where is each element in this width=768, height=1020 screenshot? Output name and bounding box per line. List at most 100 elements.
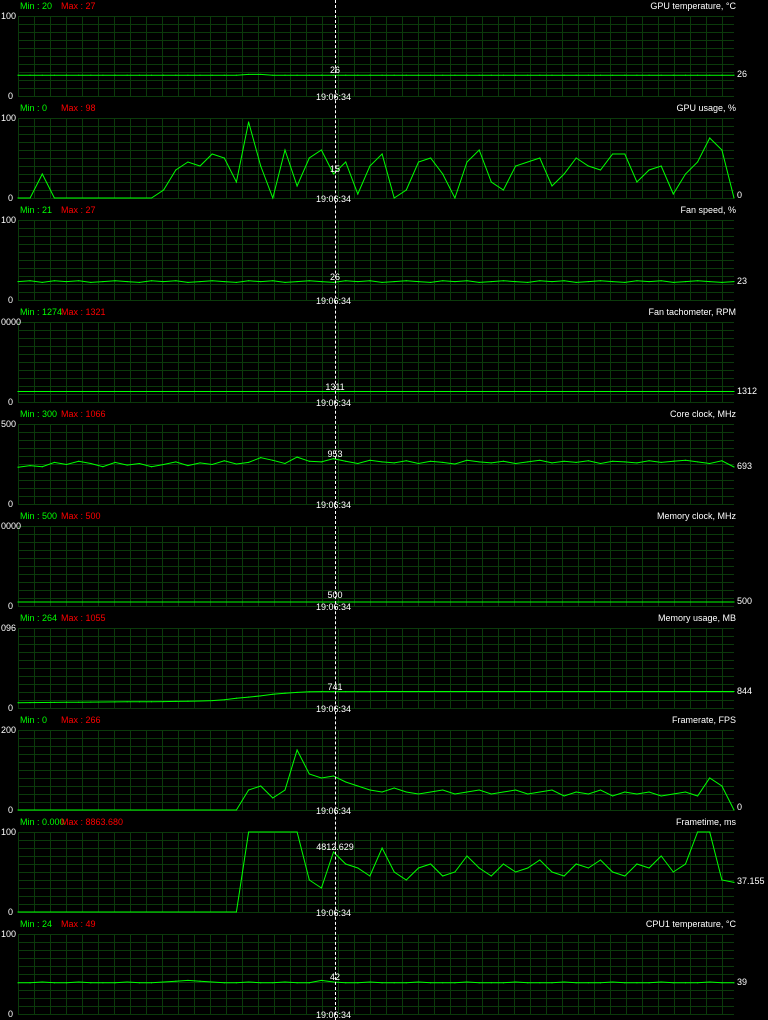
- data-point: [660, 855, 662, 857]
- data-point: [393, 691, 395, 692]
- y-axis-min-label: 0: [8, 193, 14, 203]
- data-point: [721, 460, 723, 462]
- data-point: [187, 601, 189, 603]
- data-point: [381, 982, 383, 984]
- data-point: [405, 280, 407, 282]
- data-point: [284, 149, 286, 151]
- data-point: [430, 157, 432, 159]
- data-point: [345, 982, 347, 984]
- data-point: [405, 74, 407, 76]
- data-point: [102, 601, 104, 603]
- data-point: [612, 391, 614, 392]
- data-point: [175, 601, 177, 603]
- data-point: [17, 911, 19, 913]
- cursor-time-label: 19:06:34: [316, 908, 352, 918]
- data-point: [733, 809, 735, 811]
- data-point: [272, 391, 274, 392]
- graph-panel[interactable]: Min : 300 Max : 1066 Core clock, MHz 500 0 69…: [0, 408, 768, 510]
- max-label: Max : 266: [61, 715, 101, 725]
- data-point: [636, 391, 638, 392]
- data-point: [126, 601, 128, 603]
- data-point: [235, 911, 237, 913]
- data-point: [587, 982, 589, 984]
- data-point: [211, 700, 213, 702]
- cursor-time-label: 19:06:34: [316, 704, 352, 714]
- data-point: [430, 281, 432, 283]
- data-point: [502, 280, 504, 282]
- data-point: [29, 982, 31, 984]
- data-point: [515, 981, 517, 983]
- data-point: [721, 982, 723, 984]
- data-point: [515, 871, 517, 873]
- data-point: [163, 74, 165, 76]
- data-point: [430, 391, 432, 392]
- graph-canvas: [17, 220, 735, 301]
- data-point: [187, 465, 189, 467]
- data-point: [442, 789, 444, 791]
- data-point: [697, 391, 699, 392]
- data-point: [418, 281, 419, 283]
- graph-canvas: [17, 118, 735, 200]
- data-point: [78, 197, 80, 199]
- data-point: [66, 197, 67, 199]
- data-point: [539, 459, 541, 461]
- data-point: [29, 809, 31, 811]
- data-point: [308, 982, 310, 984]
- data-point: [41, 981, 43, 983]
- data-point: [357, 463, 359, 464]
- data-point: [296, 691, 298, 693]
- data-point: [685, 74, 686, 76]
- graph-title: Fan speed, %: [680, 205, 736, 215]
- data-point: [296, 74, 298, 76]
- data-point: [660, 795, 662, 797]
- data-point: [636, 863, 638, 865]
- data-point: [199, 809, 201, 811]
- graph-panel[interactable]: Min : 500 Max : 500 Memory clock, MHz 0000 0…: [0, 510, 768, 612]
- data-point: [466, 601, 468, 603]
- graph-panel[interactable]: Min : 1274 Max : 1321 Fan tachometer, RPM 0…: [0, 306, 768, 408]
- data-point: [587, 165, 589, 167]
- data-point: [418, 691, 419, 692]
- current-value-label: 693: [737, 461, 753, 472]
- graph-panel[interactable]: Min : 0 Max : 98 GPU usage, % 100 0 0 15 19:06:…: [0, 102, 768, 204]
- data-point: [709, 281, 711, 283]
- graph-panel[interactable]: Min : 264 Max : 1055 Memory usage, MB 096 0 8…: [0, 612, 768, 714]
- data-point: [587, 691, 589, 692]
- data-point: [454, 197, 456, 199]
- data-point: [515, 789, 517, 791]
- data-point: [442, 391, 444, 392]
- data-point: [53, 461, 55, 463]
- graph-title: Memory clock, MHz: [656, 511, 736, 521]
- data-point: [539, 791, 541, 793]
- graph-canvas: [17, 831, 735, 913]
- data-point: [466, 855, 468, 857]
- data-point: [636, 691, 638, 692]
- data-point: [102, 911, 104, 913]
- data-point: [697, 161, 699, 163]
- data-point: [345, 460, 347, 462]
- graph-panel[interactable]: Min : 24 Max : 49 CPU1 temperature, °C 100 0…: [0, 918, 768, 1020]
- graph-panel[interactable]: Min : 21 Max : 27 Fan speed, % 100 0 23 26 19:0…: [0, 204, 768, 306]
- data-point: [211, 464, 213, 465]
- graph-panel[interactable]: Min : 20 Max : 27 GPU temperature, °C 100 0 2…: [0, 0, 768, 102]
- data-point: [369, 981, 371, 983]
- data-point: [41, 173, 43, 175]
- data-point: [502, 460, 504, 462]
- data-point: [175, 911, 177, 913]
- data-point: [393, 391, 395, 392]
- data-point: [478, 691, 480, 692]
- data-point: [685, 863, 686, 865]
- data-point: [248, 601, 250, 603]
- data-point: [405, 391, 407, 392]
- data-point: [163, 911, 165, 913]
- data-point: [624, 153, 626, 155]
- graph-panel[interactable]: Min : 0.000 Max : 8863.680 Frametime, ms 10…: [0, 816, 768, 918]
- graph-panel[interactable]: Min : 0 Max : 266 Framerate, FPS 200 0 0 19:06…: [0, 714, 768, 816]
- data-point: [211, 911, 213, 913]
- data-point: [78, 280, 80, 282]
- data-point: [466, 74, 468, 76]
- data-point: [430, 601, 432, 603]
- data-point: [66, 601, 67, 603]
- data-point: [369, 280, 371, 282]
- time-cursor-line[interactable]: [335, 0, 336, 1020]
